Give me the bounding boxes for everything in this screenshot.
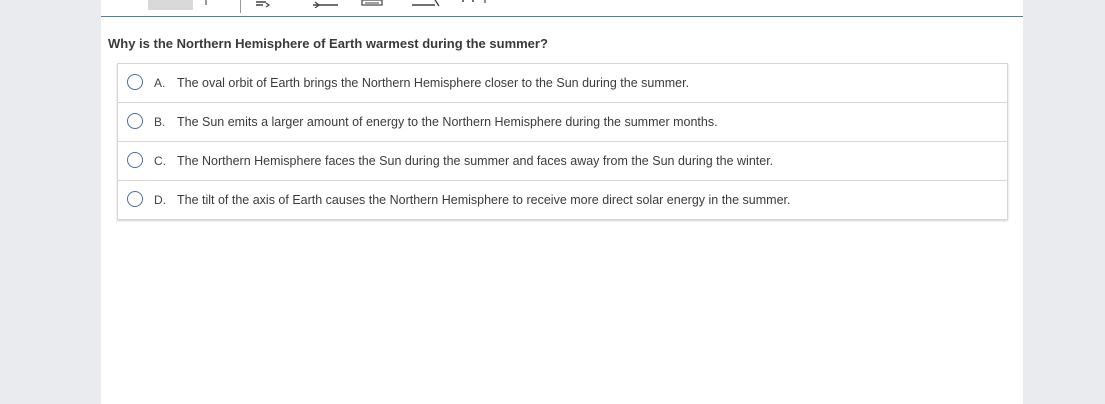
answer-choices: A. The oval orbit of Earth brings the No… [117,63,1008,220]
toolbar [101,0,1023,17]
choice-letter: A. [154,76,166,90]
help-icon[interactable] [461,0,491,8]
eliminate-answer-icon[interactable] [312,0,340,8]
notepad-icon[interactable] [411,0,441,8]
question-panel: Why is the Northern Hemisphere of Earth … [101,0,1023,404]
radio-button[interactable] [127,74,143,90]
choice-c[interactable]: C. The Northern Hemisphere faces the Sun… [118,142,1007,181]
radio-button[interactable] [127,152,143,168]
question-text: Why is the Northern Hemisphere of Earth … [108,36,548,51]
line-reader-icon[interactable] [255,0,271,8]
toolbar-divider [240,0,241,13]
choice-letter: D. [154,193,166,207]
choice-letter: B. [154,115,166,129]
choice-text: The tilt of the axis of Earth causes the… [177,193,791,207]
choice-d[interactable]: D. The tilt of the axis of Earth causes … [118,181,1007,219]
radio-button[interactable] [127,191,143,207]
choice-text: The Northern Hemisphere faces the Sun du… [177,154,774,168]
choice-text: The oval orbit of Earth brings the North… [177,76,690,90]
choice-b[interactable]: B. The Sun emits a larger amount of ener… [118,103,1007,142]
choice-a[interactable]: A. The oval orbit of Earth brings the No… [118,64,1007,103]
highlighter-icon[interactable] [361,0,385,8]
toolbar-field[interactable] [148,0,193,10]
toolbar-handle [205,0,207,5]
choice-text: The Sun emits a larger amount of energy … [177,115,718,129]
radio-button[interactable] [127,113,143,129]
choice-letter: C. [154,154,166,168]
